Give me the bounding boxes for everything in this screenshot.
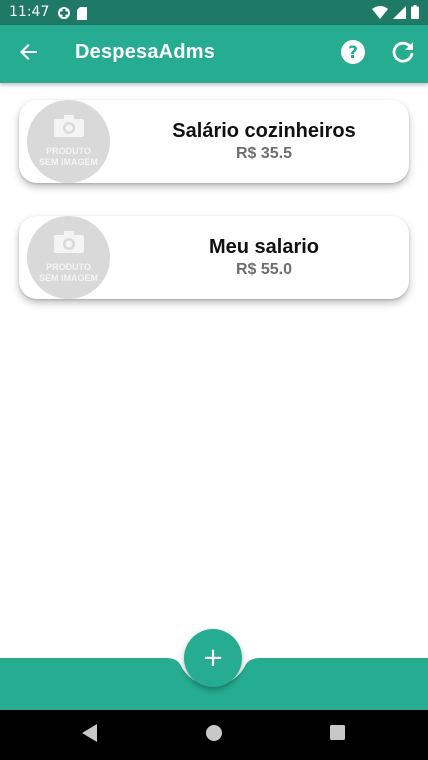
nav-back-button[interactable] [75, 720, 105, 750]
status-time: 11:47 [9, 4, 50, 20]
item-price: R$ 35.5 [235, 145, 293, 162]
help-button[interactable]: ? [333, 34, 373, 74]
back-button[interactable] [9, 34, 49, 74]
status-left-icons [57, 6, 87, 24]
add-icon: + [202, 643, 224, 673]
product-placeholder-image: PRODUTO SEM IMAGEM [27, 100, 110, 183]
product-placeholder-image: PRODUTO SEM IMAGEM [27, 216, 110, 299]
camera-icon [53, 231, 84, 258]
placeholder-text: PRODUTO SEM IMAGEM [38, 262, 98, 283]
help-circle-icon: ? [340, 39, 366, 70]
battery-icon [411, 5, 419, 23]
page-title: DespesaAdms [75, 41, 216, 63]
camera-icon [53, 115, 84, 142]
refresh-button[interactable] [383, 34, 423, 74]
list-item[interactable]: PRODUTO SEM IMAGEM Meu salario R$ 55.0 [19, 216, 409, 299]
status-right-icons [372, 5, 419, 23]
sim-card-icon [77, 6, 87, 24]
system-nav-bar [0, 710, 428, 760]
signal-icon [393, 5, 406, 23]
item-title: Salário cozinheiros [172, 120, 356, 142]
item-price: R$ 55.0 [235, 261, 293, 278]
home-circle-icon [206, 724, 222, 746]
refresh-icon [391, 40, 415, 69]
app-bar: DespesaAdms ? [0, 25, 428, 83]
svg-text:?: ? [348, 43, 358, 63]
item-title: Meu salario [208, 236, 320, 258]
back-triangle-icon [82, 723, 98, 747]
status-bar: 11:47 [0, 0, 428, 25]
add-button[interactable]: + [184, 629, 242, 687]
nav-recents-button[interactable] [322, 720, 352, 750]
nav-home-button[interactable] [199, 720, 229, 750]
wifi-icon [372, 5, 388, 23]
list-item[interactable]: PRODUTO SEM IMAGEM Salário cozinheiros R$… [19, 100, 409, 183]
arrow-back-icon [19, 42, 39, 67]
data-saver-icon [57, 6, 71, 24]
placeholder-text: PRODUTO SEM IMAGEM [38, 146, 98, 167]
recents-square-icon [329, 725, 345, 745]
